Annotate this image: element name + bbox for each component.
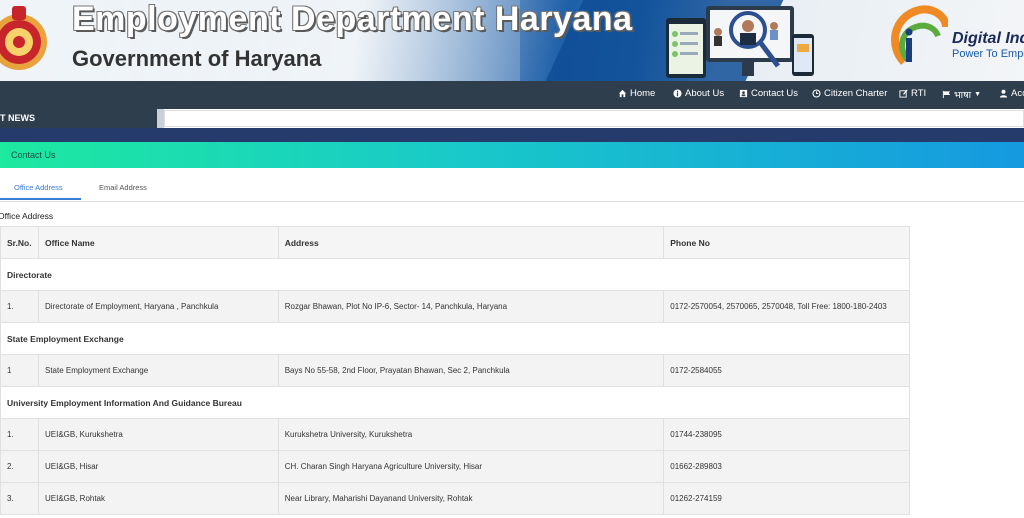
nav-account[interactable]: Acco bbox=[999, 88, 1024, 99]
cell-office-name: State Employment Exchange bbox=[37, 354, 279, 387]
info-icon bbox=[673, 89, 682, 98]
nav-about-us-label: About Us bbox=[685, 88, 725, 99]
table-header-row: Sr.No. Office Name Address Phone No bbox=[0, 226, 910, 259]
site-subtitle: Government of Haryana bbox=[72, 46, 322, 71]
cell-phone: 01744-238095 bbox=[663, 418, 910, 451]
news-separator bbox=[157, 109, 164, 128]
cell-phone: 01662-289803 bbox=[663, 450, 910, 483]
digital-india-title: Digital Ind bbox=[952, 30, 1024, 47]
latest-news-label: T NEWS bbox=[0, 109, 157, 128]
clock-icon bbox=[812, 89, 821, 98]
nav-rti[interactable]: RTI bbox=[899, 88, 926, 99]
page-heading-bar: Contact Us bbox=[0, 142, 1024, 168]
group-title: University Employment Information And Gu… bbox=[0, 386, 910, 419]
blue-divider-strip bbox=[0, 128, 1024, 142]
table-row: 3. UEI&GB, Rohtak Near Library, Maharish… bbox=[0, 482, 910, 515]
caret-down-icon: ▼ bbox=[974, 91, 982, 98]
nav-citizen-charter-label: Citizen Charter bbox=[824, 88, 888, 99]
office-address-table: Sr.No. Office Name Address Phone No Dire… bbox=[0, 226, 910, 515]
cell-sr-no: 1 bbox=[0, 354, 39, 387]
nav-home[interactable]: Home bbox=[618, 88, 655, 99]
cell-sr-no: 1. bbox=[0, 290, 39, 323]
cell-address: CH. Charan Singh Haryana Agriculture Uni… bbox=[277, 450, 665, 483]
employment-illustration bbox=[666, 6, 814, 78]
table-group-row: Directorate bbox=[0, 258, 910, 291]
active-tab-indicator bbox=[0, 198, 81, 200]
user-icon bbox=[999, 89, 1008, 98]
column-header-address: Address bbox=[277, 226, 665, 259]
nav-rti-label: RTI bbox=[911, 88, 927, 99]
contact-card-icon bbox=[739, 89, 748, 98]
nav-citizen-charter[interactable]: Citizen Charter bbox=[812, 88, 887, 99]
column-header-phone-no: Phone No bbox=[663, 226, 910, 259]
site-title: Employment Department Haryana bbox=[72, 0, 633, 38]
cell-office-name: Directorate of Employment, Haryana , Pan… bbox=[37, 290, 279, 323]
tab-office-address[interactable]: Office Address bbox=[14, 183, 63, 192]
group-title: Directorate bbox=[0, 258, 910, 291]
news-bar: T NEWS bbox=[0, 109, 1024, 128]
nav-home-label: Home bbox=[630, 88, 656, 99]
flag-icon bbox=[942, 90, 951, 99]
cell-sr-no: 3. bbox=[0, 482, 39, 515]
section-title: Office Address bbox=[0, 211, 54, 221]
cell-phone: 01262-274159 bbox=[663, 482, 910, 515]
table-row: 2. UEI&GB, Hisar CH. Charan Singh Haryan… bbox=[0, 450, 910, 483]
cell-sr-no: 2. bbox=[0, 450, 39, 483]
cell-phone: 0172-2570054, 2570065, 2570048, Toll Fre… bbox=[663, 290, 910, 323]
column-header-sr-no: Sr.No. bbox=[0, 226, 39, 259]
tab-email-address[interactable]: Email Address bbox=[99, 183, 147, 192]
table-row: 1 State Employment Exchange Bays No 55-5… bbox=[0, 354, 910, 387]
digital-india-logo[interactable] bbox=[884, 2, 948, 74]
column-header-office-name: Office Name bbox=[37, 226, 279, 259]
haryana-emblem-logo[interactable] bbox=[0, 2, 48, 76]
nav-language-label: भाषा bbox=[954, 90, 972, 101]
home-icon bbox=[618, 89, 627, 98]
nav-language-dropdown[interactable]: भाषा ▼ bbox=[942, 88, 981, 101]
cell-address: Bays No 55-58, 2nd Floor, Prayatan Bhawa… bbox=[277, 354, 665, 387]
cell-office-name: UEI&GB, Rohtak bbox=[37, 482, 279, 515]
nav-about-us[interactable]: About Us bbox=[673, 88, 724, 99]
nav-contact-us-label: Contact Us bbox=[751, 88, 798, 99]
cell-sr-no: 1. bbox=[0, 418, 39, 451]
page-heading: Contact Us bbox=[11, 150, 56, 160]
table-group-row: University Employment Information And Gu… bbox=[0, 386, 910, 419]
cell-address: Near Library, Maharishi Dayanand Univers… bbox=[277, 482, 665, 515]
digital-india-tagline: Power To Empow bbox=[952, 48, 1024, 60]
cell-address: Kurukshetra University, Kurukshetra bbox=[277, 418, 665, 451]
news-ticker[interactable] bbox=[164, 110, 1024, 127]
site-header: Employment Department Haryana Government… bbox=[0, 0, 1024, 81]
table-row: 1. UEI&GB, Kurukshetra Kurukshetra Unive… bbox=[0, 418, 910, 451]
main-nav: Home About Us Contact Us Citizen Charter… bbox=[0, 81, 1024, 109]
edit-icon bbox=[899, 89, 908, 98]
group-title: State Employment Exchange bbox=[0, 322, 910, 355]
nav-contact-us[interactable]: Contact Us bbox=[739, 88, 798, 99]
table-row: 1. Directorate of Employment, Haryana , … bbox=[0, 290, 910, 323]
cell-office-name: UEI&GB, Kurukshetra bbox=[37, 418, 279, 451]
nav-account-label: Acco bbox=[1011, 88, 1024, 99]
cell-address: Rozgar Bhawan, Plot No IP-6, Sector- 14,… bbox=[277, 290, 665, 323]
address-tabs: Office Address Email Address bbox=[0, 172, 1024, 202]
cell-phone: 0172-2584055 bbox=[663, 354, 910, 387]
cell-office-name: UEI&GB, Hisar bbox=[37, 450, 279, 483]
table-group-row: State Employment Exchange bbox=[0, 322, 910, 355]
